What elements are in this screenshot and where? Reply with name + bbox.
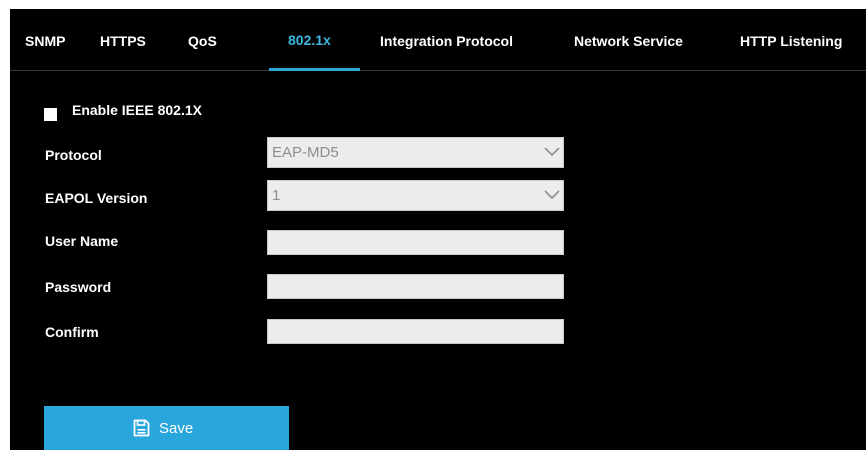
eapol-version-select[interactable]: 1 — [267, 180, 564, 211]
tab-divider — [10, 70, 866, 71]
tab-snmp[interactable]: SNMP — [25, 33, 65, 49]
page-frame: SNMP HTTPS QoS 802.1x Integration Protoc… — [0, 0, 866, 460]
confirm-label: Confirm — [45, 324, 99, 340]
save-button[interactable]: Save — [44, 406, 289, 450]
tab-802-1x[interactable]: 802.1x — [288, 32, 331, 48]
settings-panel: SNMP HTTPS QoS 802.1x Integration Protoc… — [10, 9, 866, 450]
enable-ieee-checkbox[interactable] — [44, 108, 57, 121]
active-tab-indicator — [269, 68, 360, 71]
tab-http-listening[interactable]: HTTP Listening — [740, 33, 842, 49]
protocol-select[interactable]: EAP-MD5 — [267, 137, 564, 168]
user-name-label: User Name — [45, 233, 119, 249]
tab-qos[interactable]: QoS — [188, 33, 217, 49]
eapol-version-label: EAPOL Version — [45, 190, 148, 206]
protocol-label: Protocol — [45, 147, 102, 163]
user-name-input[interactable] — [267, 230, 564, 255]
chevron-down-icon — [544, 190, 560, 200]
floppy-disk-icon — [133, 419, 150, 437]
tab-network-service[interactable]: Network Service — [574, 33, 683, 49]
tab-https[interactable]: HTTPS — [100, 33, 146, 49]
save-button-label: Save — [159, 420, 194, 437]
chevron-down-icon — [544, 147, 560, 157]
confirm-password-input[interactable] — [267, 319, 564, 344]
password-input[interactable] — [267, 274, 564, 299]
tab-bar: SNMP HTTPS QoS 802.1x Integration Protoc… — [10, 9, 866, 71]
password-label: Password — [45, 279, 112, 295]
protocol-value: EAP-MD5 — [272, 144, 339, 161]
tab-integration-protocol[interactable]: Integration Protocol — [380, 33, 513, 49]
enable-ieee-label: Enable IEEE 802.1X — [72, 102, 202, 118]
eapol-version-value: 1 — [272, 187, 281, 204]
